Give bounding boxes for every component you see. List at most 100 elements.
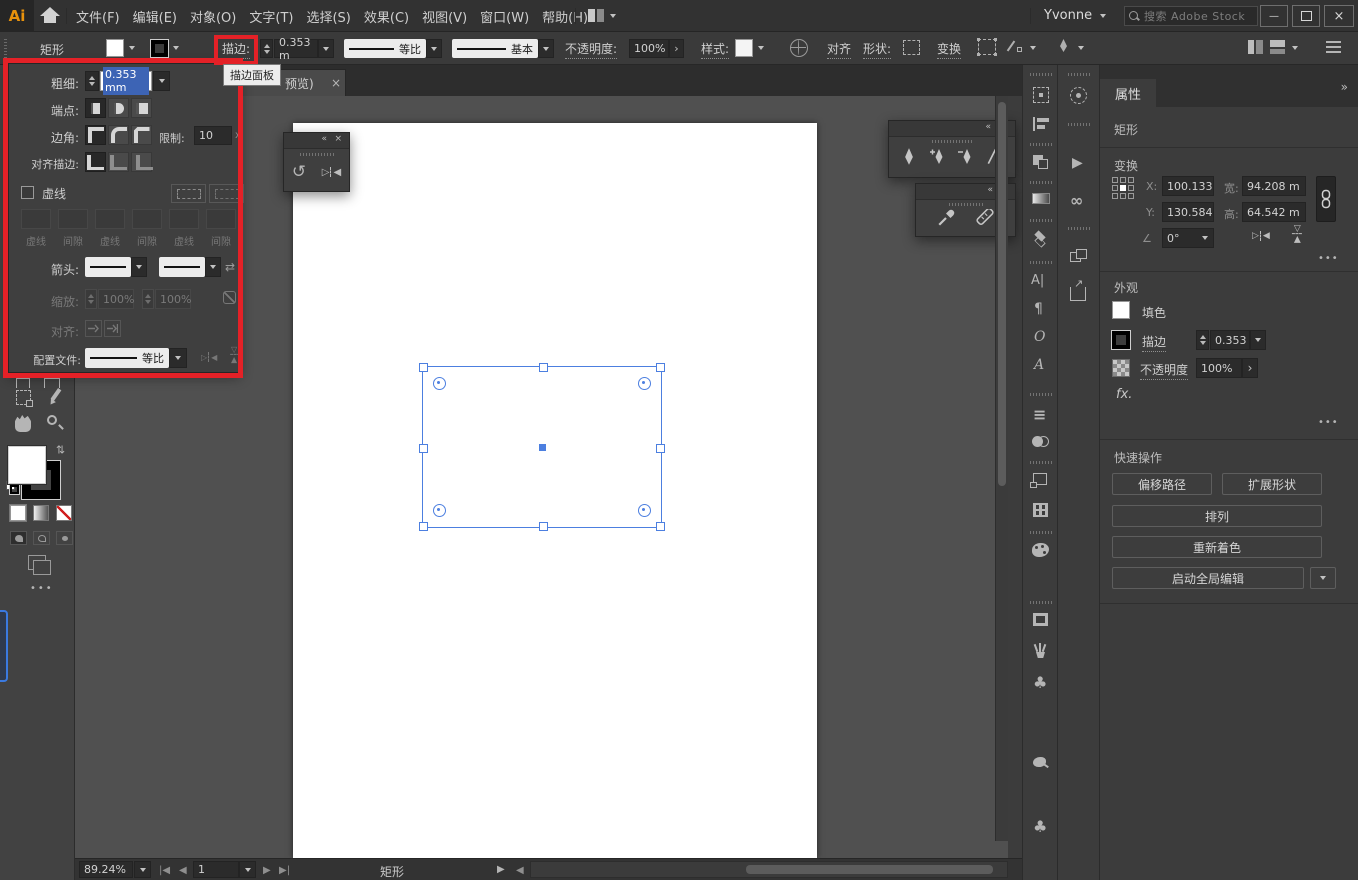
dash-preset-1[interactable]: [171, 184, 206, 203]
style-chevron-icon[interactable]: [758, 46, 764, 50]
strip-grip[interactable]: [1068, 227, 1090, 230]
scroll-left-arrow[interactable]: ◀: [516, 865, 524, 876]
arrange-docs-icon[interactable]: [1248, 40, 1263, 54]
panel-grip[interactable]: [932, 140, 972, 143]
bounding-box-icon[interactable]: [977, 38, 997, 56]
user-account[interactable]: Yvonne: [1044, 8, 1107, 23]
collapse-icon[interactable]: «: [321, 135, 327, 144]
handle-top-mid[interactable]: [539, 363, 548, 372]
strip-grip[interactable]: [1030, 393, 1052, 396]
handle-bottom-left[interactable]: [419, 522, 428, 531]
align-inside-button[interactable]: [108, 152, 129, 172]
offset-path-button[interactable]: 偏移路径: [1112, 473, 1212, 495]
reference-point-grid[interactable]: [1112, 177, 1138, 203]
swap-fill-stroke-icon[interactable]: ⇄: [54, 445, 67, 454]
first-artboard-button[interactable]: |◀: [159, 865, 170, 876]
control-bar-grip[interactable]: [4, 38, 7, 58]
profile-dropdown[interactable]: 等比: [85, 348, 169, 368]
swatches-panel-icon[interactable]: [1033, 613, 1048, 626]
angle-chevron[interactable]: [1196, 228, 1214, 248]
opentype-panel-icon[interactable]: O: [1034, 329, 1045, 345]
align-center-button[interactable]: [85, 152, 106, 172]
height-field[interactable]: 64.542 m: [1242, 202, 1306, 222]
fx-button[interactable]: fx.: [1116, 387, 1132, 402]
glyphs-panel-icon[interactable]: A: [1034, 357, 1044, 373]
document-setup-icon[interactable]: [790, 39, 808, 57]
fill-chevron-icon[interactable]: [129, 46, 135, 50]
separations-preview-icon[interactable]: [1033, 503, 1048, 517]
gap-field-2[interactable]: [132, 209, 162, 229]
global-edit-chevron-button[interactable]: [1310, 567, 1336, 589]
transform-link[interactable]: 变换: [937, 40, 962, 59]
menu-type[interactable]: 文字(T): [249, 7, 293, 26]
weight-stepper[interactable]: [85, 71, 99, 91]
join-round-button[interactable]: [108, 125, 129, 145]
menu-help[interactable]: 帮助(H): [542, 7, 588, 26]
shape-widget-icon[interactable]: [903, 40, 920, 55]
tab-properties[interactable]: 属性: [1100, 79, 1156, 107]
panel-grip[interactable]: [299, 153, 334, 156]
menu-effect[interactable]: 效果(C): [364, 7, 409, 26]
fill-proxy-swatch[interactable]: [7, 445, 47, 485]
select-similar-icon[interactable]: [1006, 39, 1024, 55]
delete-anchor-tool-icon[interactable]: [957, 147, 975, 167]
appearance-opacity-label[interactable]: 不透明度: [1140, 361, 1189, 380]
artboard-number-field[interactable]: 1: [193, 861, 239, 878]
menu-select[interactable]: 选择(S): [306, 7, 350, 26]
y-field[interactable]: 130.584: [1162, 202, 1214, 222]
add-anchor-tool-icon[interactable]: [929, 147, 947, 167]
strip-grip[interactable]: [1030, 73, 1052, 76]
align-outside-button[interactable]: [131, 152, 153, 172]
panel-grip[interactable]: [948, 203, 983, 206]
flip-horizontal-icon[interactable]: ▷ ◀: [1252, 231, 1270, 241]
status-options-arrow[interactable]: ▶: [497, 864, 505, 875]
x-field[interactable]: 100.133: [1162, 176, 1214, 196]
weight-chevron[interactable]: [153, 71, 170, 91]
handle-mid-left[interactable]: [419, 444, 428, 453]
strip-grip[interactable]: [1030, 461, 1052, 464]
corner-widget-tr[interactable]: [638, 377, 651, 390]
home-icon[interactable]: [40, 7, 60, 25]
appearance-more-options[interactable]: •••: [1318, 417, 1339, 428]
artboard-tool-icon[interactable]: [16, 390, 33, 407]
align-panel-icon[interactable]: [1033, 117, 1049, 131]
links-panel-icon[interactable]: ∞: [1070, 191, 1083, 210]
menu-view[interactable]: 视图(V): [422, 7, 467, 26]
eyedropper-tool-icon[interactable]: [937, 209, 955, 227]
artboard-number-chevron[interactable]: [239, 861, 256, 878]
draw-inside-icon[interactable]: [56, 531, 73, 545]
handle-bottom-right[interactable]: [656, 522, 665, 531]
horizontal-scrollbar-thumb[interactable]: [746, 865, 993, 874]
menu-object[interactable]: 对象(O): [190, 7, 236, 26]
strip-grip[interactable]: [1030, 261, 1052, 264]
cap-round-button[interactable]: [108, 98, 129, 118]
maximize-button[interactable]: [1292, 5, 1320, 27]
strip-grip[interactable]: [1068, 123, 1090, 126]
global-edit-button[interactable]: 启动全局编辑: [1112, 567, 1304, 589]
export-panel-icon[interactable]: ↗: [1070, 277, 1086, 301]
stroke-width-stepper[interactable]: [260, 39, 273, 58]
clipped-tool-icon-2[interactable]: [44, 378, 60, 388]
copies-panel-icon[interactable]: [1070, 249, 1088, 264]
left-edge-highlight[interactable]: [0, 610, 8, 682]
arrowhead-end-dropdown[interactable]: [159, 257, 205, 277]
appearance-opacity-expand[interactable]: ›: [1242, 358, 1258, 378]
color-panel-icon[interactable]: [1032, 543, 1049, 557]
workspace-switcher[interactable]: [588, 9, 616, 22]
strip-grip[interactable]: [1030, 143, 1052, 146]
appearance-stroke-width-field[interactable]: 0.353: [1210, 330, 1250, 350]
close-button[interactable]: ×: [1324, 5, 1354, 27]
color-mode-none[interactable]: [56, 505, 72, 521]
horizontal-scrollbar[interactable]: [530, 861, 1008, 878]
collapse-icon[interactable]: «: [985, 123, 991, 132]
layers-panel-icon[interactable]: [1032, 230, 1050, 248]
style-label[interactable]: 样式:: [701, 40, 730, 59]
stock-search-box[interactable]: 搜索 Adobe Stock: [1124, 6, 1258, 26]
opacity-expand-button[interactable]: ›: [669, 39, 684, 58]
prev-artboard-button[interactable]: ◀: [179, 865, 187, 876]
character-panel-icon[interactable]: A|: [1031, 273, 1044, 288]
color-guide-panel-icon[interactable]: [1033, 573, 1048, 588]
transparency-panel-icon[interactable]: [1032, 435, 1050, 449]
appearance-stroke-stepper[interactable]: [1196, 330, 1209, 350]
color-mode-gradient[interactable]: [33, 505, 49, 521]
